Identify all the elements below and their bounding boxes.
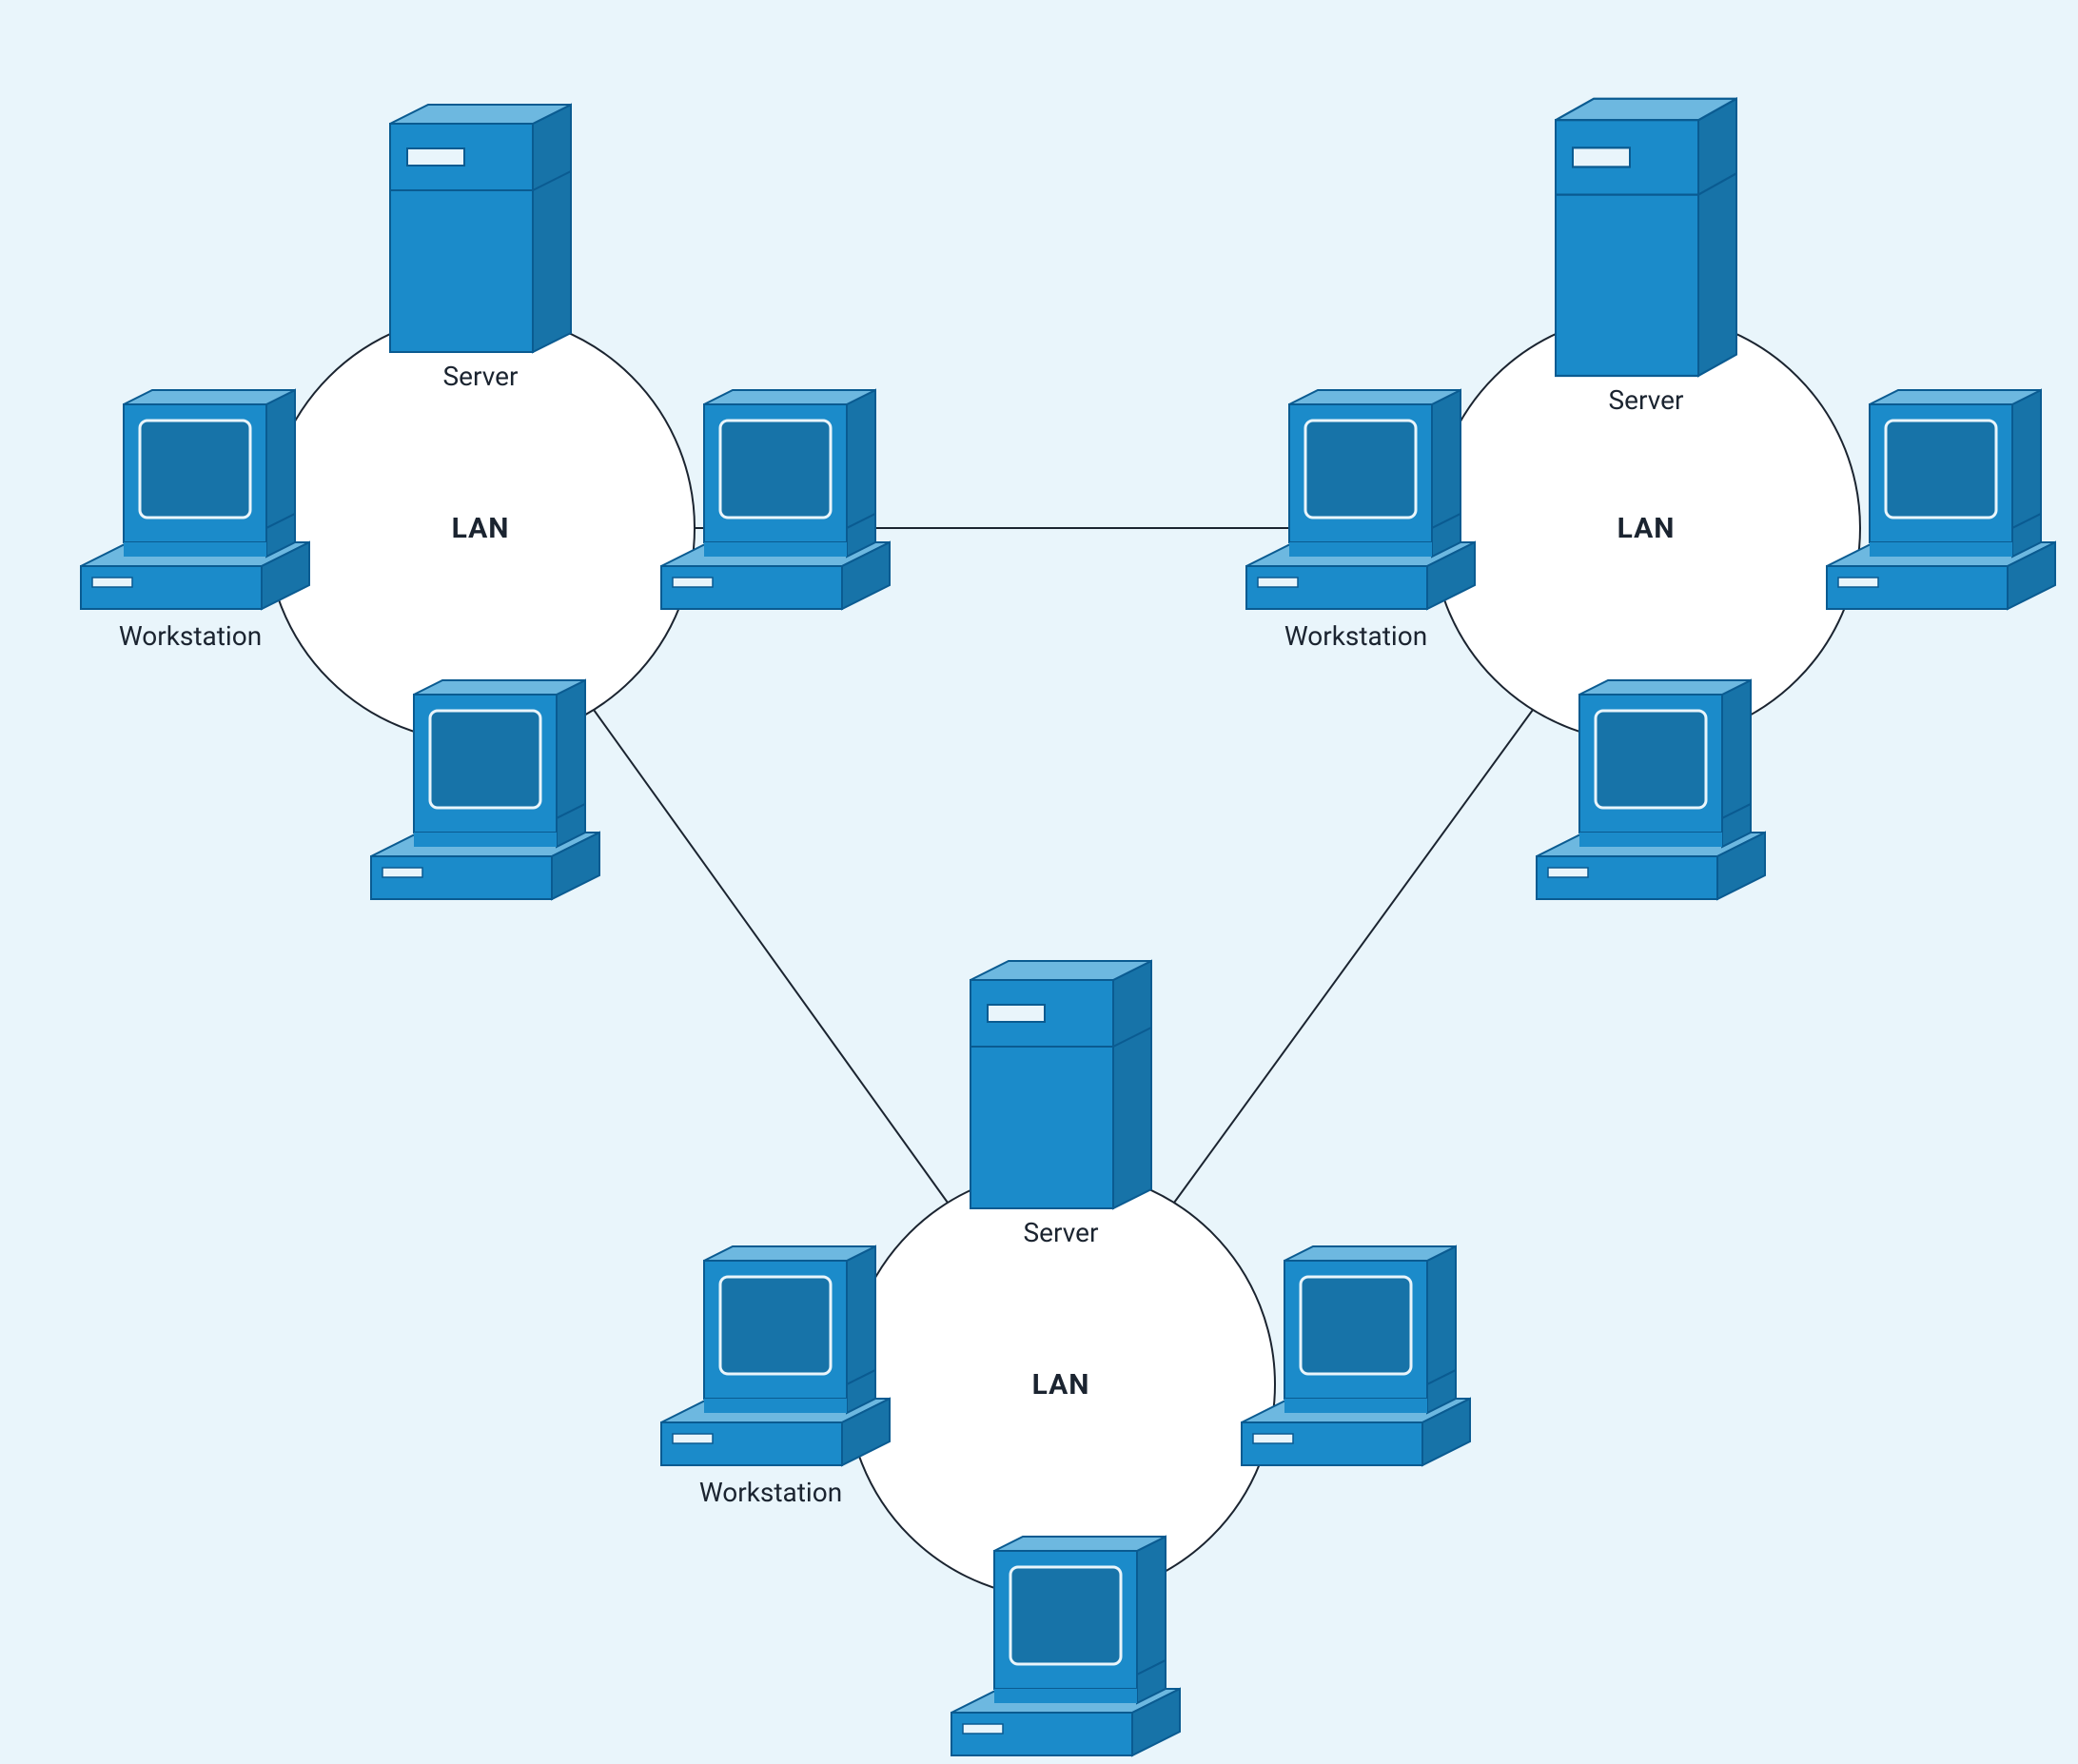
lan-label-1: LAN [452, 512, 510, 545]
workstation-icon [1827, 390, 2055, 609]
lan2-workstation-left: Workstation [1246, 390, 1475, 652]
lan3-workstation-left: Workstation [661, 1246, 890, 1508]
lan2-workstation-right [1827, 390, 2055, 609]
workstation-icon [1246, 390, 1475, 609]
lan-label-2: LAN [1617, 512, 1676, 545]
server-icon [1556, 99, 1736, 376]
lan3-server-label: Server [1024, 1217, 1099, 1248]
server-icon [390, 105, 571, 352]
link-lan3-lan1 [594, 710, 948, 1203]
lan3-workstation-right [1242, 1246, 1470, 1465]
lan2-workstation-left-label: Workstation [1284, 620, 1427, 652]
lan2-server: Server [1556, 99, 1736, 416]
lan1-server-label: Server [443, 361, 519, 392]
network-diagram-svg: LAN LAN LAN Server Workstation [0, 0, 2078, 1764]
lan2-server-label: Server [1609, 384, 1684, 416]
lan1-workstation-left-label: Workstation [119, 620, 262, 652]
lan1-workstation-right [661, 390, 890, 609]
link-lan2-lan3 [1174, 710, 1533, 1203]
server-icon [970, 961, 1151, 1208]
workstation-icon [661, 1246, 890, 1465]
lan-label-3: LAN [1032, 1368, 1090, 1401]
lan1-workstation-left: Workstation [81, 390, 309, 652]
lan-circles-layer: LAN LAN LAN [266, 314, 1860, 1598]
workstation-icon [81, 390, 309, 609]
workstation-icon [661, 390, 890, 609]
workstation-icon [1242, 1246, 1470, 1465]
lan3-workstation-left-label: Workstation [699, 1477, 842, 1508]
diagram-canvas: LAN LAN LAN Server Workstation [0, 0, 2078, 1764]
